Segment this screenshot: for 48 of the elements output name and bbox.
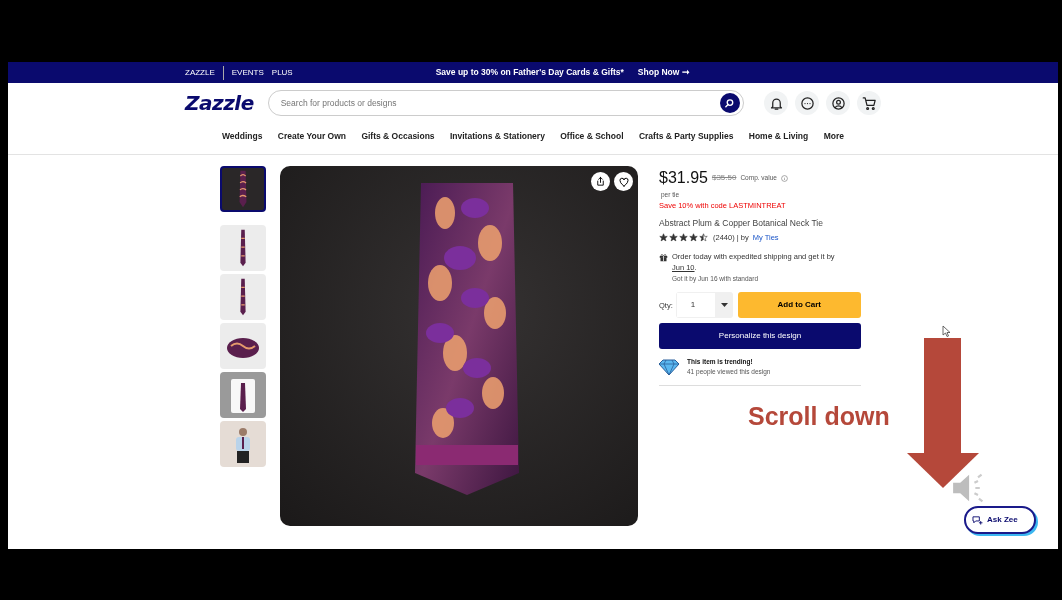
nav-link[interactable]: Weddings — [222, 129, 263, 143]
nav-link[interactable]: Crafts & Party Supplies — [638, 129, 734, 143]
cursor-icon — [942, 325, 951, 337]
nav-link[interactable]: More — [823, 129, 844, 143]
gift-icon — [659, 253, 668, 262]
price: $31.95 — [659, 168, 708, 188]
diamond-icon — [659, 359, 679, 375]
nav-link[interactable]: Invitations & Stationery — [449, 129, 545, 143]
thumbnail[interactable] — [220, 166, 266, 212]
cart-icon — [861, 95, 877, 111]
bell-button[interactable] — [764, 91, 788, 115]
chat-button[interactable] — [795, 91, 819, 115]
share-button[interactable] — [591, 172, 610, 191]
nav-link[interactable]: Create Your Own — [277, 129, 346, 143]
nav-link[interactable]: Gifts & Occasions — [361, 129, 435, 143]
info-icon — [780, 174, 788, 182]
caret-icon — [720, 303, 728, 308]
add-to-cart-button[interactable]: Add to Cart — [737, 292, 861, 319]
search-button[interactable] — [719, 93, 740, 113]
product-title: Abstract Plum & Copper Botanical Neck Tie — [659, 217, 824, 230]
quantity-select[interactable]: 1 — [675, 292, 733, 319]
heart-icon — [617, 175, 630, 188]
comp-price: $35.50 — [711, 172, 737, 184]
cart-button[interactable] — [857, 91, 881, 115]
nav-link[interactable]: Office & School — [560, 129, 624, 143]
share-icon — [595, 176, 606, 187]
brand-link[interactable]: ZAZZLE — [185, 66, 215, 79]
top-link[interactable]: EVENTS — [231, 66, 264, 79]
search-icon — [724, 97, 736, 109]
thumbnail[interactable] — [220, 225, 266, 271]
annotation-text: Scroll down — [748, 401, 890, 432]
logo[interactable]: Zazzle — [185, 88, 254, 118]
account-icon — [830, 95, 846, 111]
thumbnail[interactable] — [220, 274, 266, 320]
thumbnail[interactable] — [220, 323, 266, 369]
nav-link[interactable]: Home & Living — [748, 129, 809, 143]
favorite-button[interactable] — [614, 172, 633, 191]
bell-icon — [768, 95, 784, 111]
account-button[interactable] — [826, 91, 850, 115]
chat-icon — [799, 95, 815, 111]
personalize-button[interactable]: Personalize this design — [659, 323, 861, 350]
promo-text: Save up to 30% on Father's Day Cards & Gifts* — [435, 66, 624, 79]
chat-sparkle-icon — [972, 514, 983, 526]
shop-now-link[interactable]: Shop Now ➞ — [637, 66, 690, 79]
top-link[interactable]: PLUS — [271, 66, 293, 79]
thumbnail[interactable] — [220, 421, 266, 467]
thumbnail[interactable] — [220, 372, 266, 418]
ask-zee-button[interactable]: Ask Zee — [964, 506, 1036, 534]
